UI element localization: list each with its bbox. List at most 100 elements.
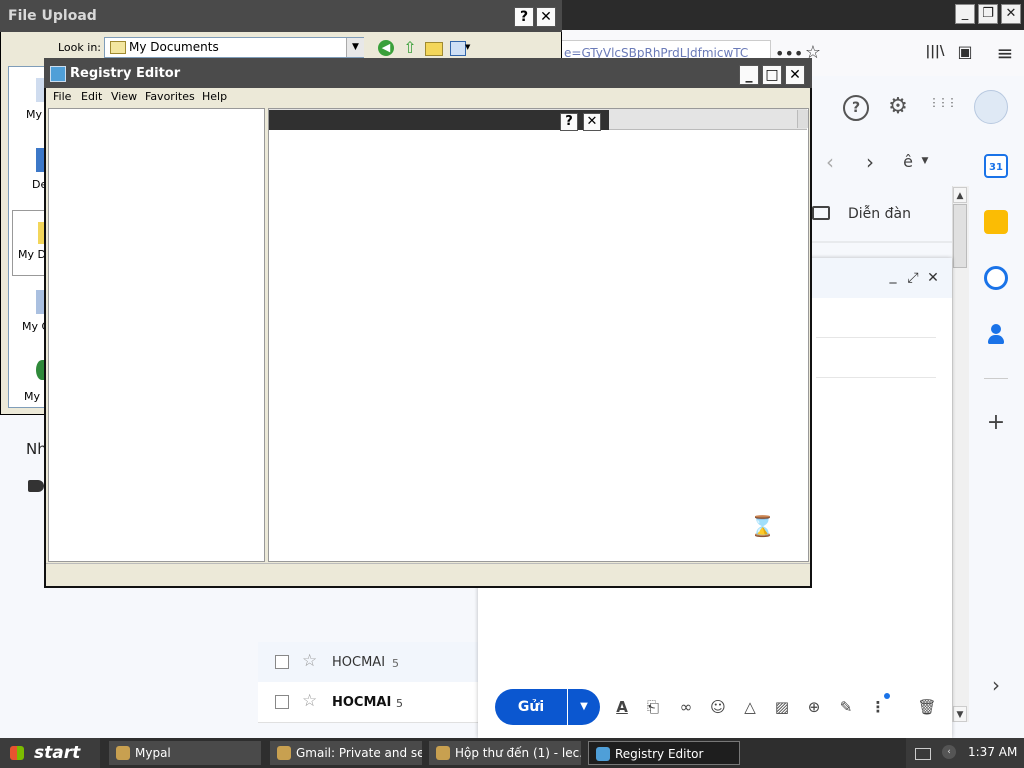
registry-app-icon — [50, 66, 66, 82]
show-hidden-icons-icon[interactable]: ‹ — [942, 745, 956, 759]
input-tools-icon[interactable]: ê — [898, 152, 918, 171]
emoji-icon[interactable]: ☺ — [707, 696, 729, 718]
forum-icon — [812, 206, 830, 220]
scroll-down-arrow-icon[interactable]: ▼ — [953, 706, 967, 722]
header-scroll-stub — [797, 110, 808, 128]
tasks-icon[interactable] — [984, 266, 1008, 290]
signature-icon[interactable]: ✎ — [835, 696, 857, 718]
view-menu-icon[interactable] — [450, 41, 466, 56]
menu-favorites[interactable]: Favorites — [145, 90, 195, 103]
new-folder-icon[interactable] — [425, 42, 443, 56]
scroll-up-arrow-icon[interactable]: ▲ — [953, 187, 967, 203]
rail-divider — [984, 378, 1008, 379]
browser-close-button[interactable]: ✕ — [1001, 4, 1021, 24]
taskbar-item-label: Mypal — [135, 746, 171, 760]
menu-file[interactable]: File — [53, 90, 71, 103]
row-checkbox[interactable] — [275, 655, 289, 669]
keep-icon[interactable] — [984, 210, 1008, 234]
more-options-icon[interactable]: ⋮ — [867, 696, 889, 718]
registry-status-bar — [46, 563, 810, 586]
inner-dialog-help-button[interactable]: ? — [560, 113, 578, 131]
confidential-mode-icon[interactable]: ⊕ — [803, 696, 825, 718]
look-in-select[interactable]: My Documents — [104, 37, 364, 58]
label-tag-icon — [28, 480, 44, 492]
file-upload-title: File Upload — [8, 8, 97, 24]
registry-editor-title: Registry Editor — [70, 66, 181, 81]
file-upload-help-button[interactable]: ? — [514, 7, 534, 27]
inner-dialog-close-button[interactable]: ✕ — [583, 113, 601, 131]
discard-draft-icon[interactable]: 🗑 — [916, 696, 938, 718]
look-in-label: Look in: — [58, 41, 101, 54]
contacts-icon[interactable] — [984, 322, 1008, 346]
expand-side-panel-icon[interactable]: › — [984, 673, 1008, 697]
taskbar-item-label: Registry Editor — [615, 747, 704, 761]
menu-view[interactable]: View — [111, 90, 137, 103]
insert-photo-icon[interactable]: ▨ — [771, 696, 793, 718]
compose-field-divider — [816, 337, 936, 338]
attach-file-icon[interactable]: ⎗ — [642, 696, 664, 718]
row-checkbox[interactable] — [275, 695, 289, 709]
tab-divider — [810, 241, 952, 243]
hourglass-cursor-icon: ⌛ — [750, 514, 775, 538]
google-apps-icon[interactable]: ⋮⋮⋮ — [928, 96, 958, 109]
taskbar-item-mypal[interactable]: Mypal — [109, 741, 261, 765]
forum-tab-label[interactable]: Diễn đàn — [848, 206, 911, 222]
compose-fullscreen-icon[interactable]: ⤢ — [905, 270, 921, 286]
up-folder-icon[interactable]: ⇧ — [402, 39, 418, 57]
browser-menu-icon[interactable]: ≡ — [994, 41, 1016, 65]
row-count: 5 — [396, 697, 403, 710]
row-sender: HOCMAI — [332, 695, 392, 710]
formatting-options-icon[interactable]: A — [611, 696, 633, 718]
tray-clock: 1:37 AM — [968, 745, 1018, 759]
registry-tree-pane[interactable] — [48, 108, 265, 562]
taskbar-item-label: Gmail: Private and se... — [296, 746, 422, 760]
windows-logo-icon — [10, 746, 24, 760]
library-icon[interactable]: |||\ — [922, 44, 948, 59]
scrollbar-thumb[interactable] — [953, 204, 967, 268]
calendar-icon[interactable]: 31 — [984, 154, 1008, 178]
sidebar-toggle-icon[interactable]: ▣ — [954, 42, 976, 61]
registry-values-pane[interactable] — [268, 108, 809, 562]
compose-minimize-icon[interactable]: _ — [886, 268, 900, 284]
settings-gear-icon[interactable]: ⚙ — [885, 94, 911, 119]
taskbar-item-registry-editor[interactable]: Registry Editor — [588, 741, 740, 765]
registry-minimize-button[interactable]: _ — [739, 65, 759, 85]
taskbar-item-inbox[interactable]: Hộp thư đến (1) - lec... — [429, 741, 581, 765]
start-label: start — [34, 743, 81, 763]
next-page-icon[interactable]: › — [860, 150, 880, 174]
taskbar-item-label: Hộp thư đến (1) - lec... — [455, 746, 581, 760]
start-button[interactable]: start — [0, 738, 100, 768]
drive-icon[interactable]: △ — [739, 696, 761, 718]
send-button[interactable]: Gửi — [495, 689, 567, 725]
menu-help[interactable]: Help — [202, 90, 227, 103]
row-star-icon[interactable]: ☆ — [302, 691, 317, 711]
compose-field-divider — [816, 377, 936, 378]
help-icon[interactable]: ? — [843, 95, 869, 121]
row-count: 5 — [392, 657, 399, 670]
view-menu-arrow-icon[interactable]: ▼ — [465, 43, 470, 51]
browser-minimize-button[interactable]: _ — [955, 4, 975, 24]
keyboard-tray-icon[interactable] — [915, 748, 931, 760]
file-upload-close-button[interactable]: ✕ — [536, 7, 556, 27]
back-arrow-icon[interactable]: ◀ — [378, 40, 394, 56]
registry-app-icon — [596, 747, 610, 761]
mypal-app-icon — [116, 746, 130, 760]
input-tools-dropdown-icon[interactable]: ▼ — [918, 156, 932, 166]
taskbar-item-gmail[interactable]: Gmail: Private and se... — [270, 741, 422, 765]
mypal-app-icon — [277, 746, 291, 760]
account-avatar[interactable] — [974, 90, 1008, 124]
registry-maximize-button[interactable]: □ — [762, 65, 782, 85]
menu-edit[interactable]: Edit — [81, 90, 102, 103]
look-in-dropdown-arrow-icon[interactable]: ▼ — [346, 38, 364, 57]
mypal-app-icon — [436, 746, 450, 760]
notification-dot — [884, 693, 890, 699]
registry-close-button[interactable]: ✕ — [785, 65, 805, 85]
inner-dialog-titlebar — [269, 110, 609, 130]
row-sender: HOCMAI — [332, 655, 386, 670]
row-star-icon[interactable]: ☆ — [302, 651, 317, 671]
add-addon-icon[interactable]: + — [984, 410, 1008, 435]
browser-restore-button[interactable]: ❐ — [978, 4, 998, 24]
prev-page-icon[interactable]: ‹ — [820, 150, 840, 174]
insert-link-icon[interactable]: ∞ — [675, 696, 697, 718]
compose-close-icon[interactable]: ✕ — [925, 270, 941, 286]
